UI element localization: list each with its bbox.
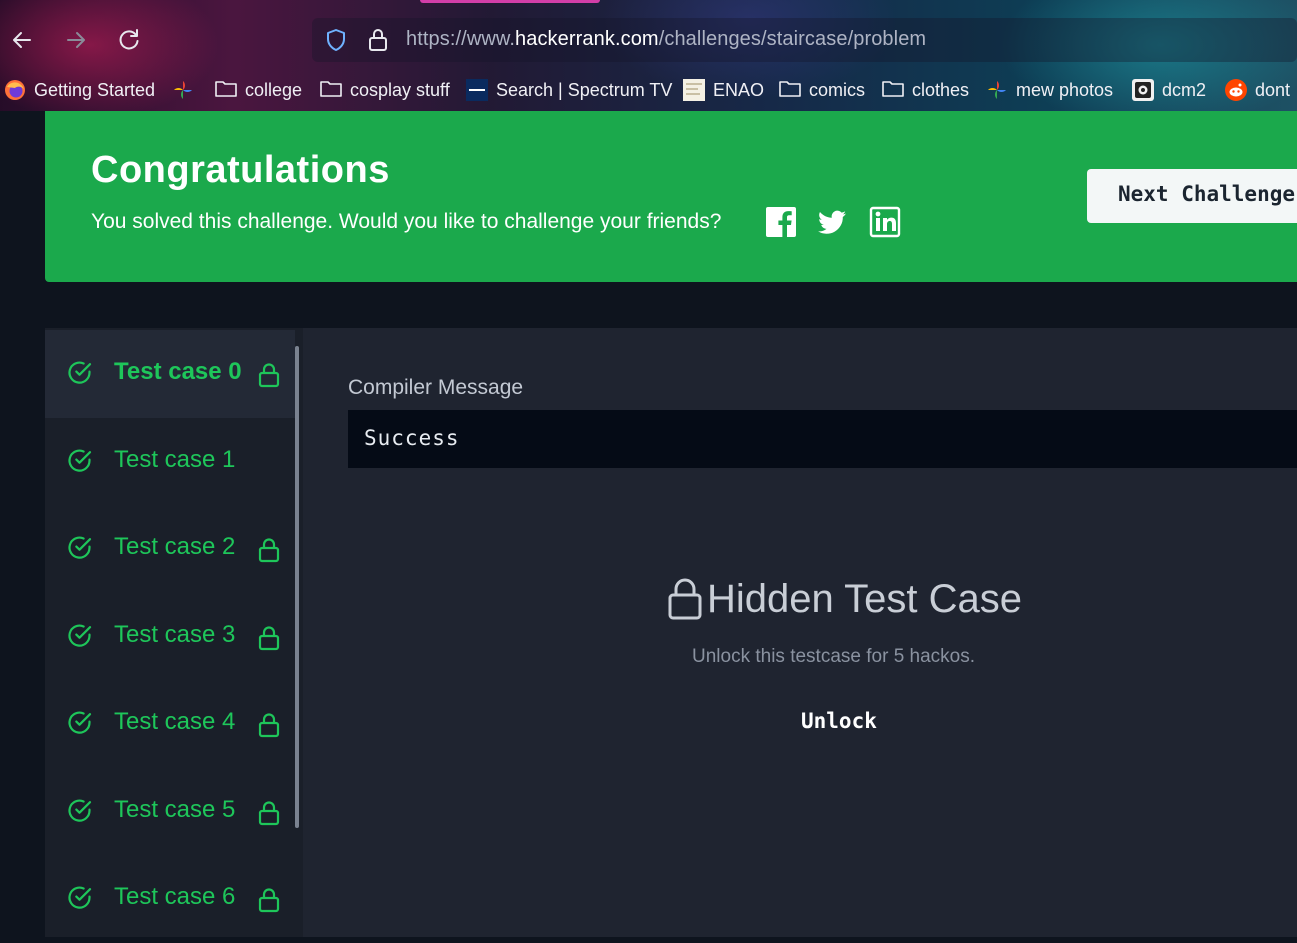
check-circle-icon [68, 361, 92, 384]
unlock-button[interactable]: Unlock [801, 709, 877, 733]
test-case-item[interactable]: Test case 1 [45, 418, 295, 506]
test-case-label: Test case 4 [114, 708, 236, 735]
address-bar[interactable]: https://www.hackerrank.com/challenges/st… [312, 18, 1297, 62]
compiler-message-text: Success [364, 426, 460, 450]
url-host: hackerrank.com [515, 28, 659, 50]
test-case-scrollbar[interactable] [295, 346, 299, 828]
bookmark-label: dont [1255, 79, 1291, 100]
test-case-label: Test case 2 [114, 533, 236, 560]
enao-icon [683, 79, 705, 101]
bookmark-label: college [245, 79, 303, 100]
browser-chrome: https://www.hackerrank.com/challenges/st… [0, 0, 1297, 111]
test-case-list: Test case 0 Test case 1 Test case 2 Test ca… [45, 328, 303, 937]
test-case-label: Test case 1 [114, 446, 236, 473]
check-circle-icon [68, 886, 92, 909]
bookmark-spectrum[interactable]: Search | Spectrum TV [466, 74, 672, 106]
bookmark-label: mew photos [1016, 79, 1114, 100]
test-case-label: Test case 5 [114, 796, 236, 823]
check-circle-icon [68, 624, 92, 647]
banner-subtitle: You solved this challenge. Would you lik… [91, 210, 722, 233]
firefox-icon [4, 79, 26, 101]
results-panel: Test case 0 Test case 1 Test case 2 Test ca… [45, 328, 1297, 937]
pinwheel-icon [986, 79, 1008, 101]
bookmark-cosplay-stuff[interactable]: cosplay stuff [320, 74, 450, 106]
banner-title: Congratulations [91, 149, 390, 191]
test-case-item[interactable]: Test case 3 [45, 593, 295, 681]
arrow-right-icon [67, 32, 85, 48]
hidden-test-case-title: Hidden Test Case [667, 574, 1022, 624]
back-button[interactable] [8, 26, 36, 54]
success-banner: Congratulations You solved this challeng… [45, 111, 1297, 282]
reload-icon [119, 29, 139, 50]
bookmark-label: cosplay stuff [350, 79, 450, 100]
twitter-icon[interactable] [816, 206, 848, 238]
bookmark-label: ENAO [713, 79, 765, 100]
bookmark-label: Getting Started [34, 79, 156, 100]
bookmark-enao[interactable]: ENAO [683, 74, 764, 106]
lock-icon [258, 538, 280, 563]
bookmark-clothes[interactable]: clothes [882, 74, 969, 106]
bookmark-label: clothes [912, 79, 970, 100]
forward-button[interactable] [62, 26, 90, 54]
lock-icon [258, 713, 280, 738]
reload-button[interactable] [115, 26, 143, 54]
hidden-test-case-subtitle: Unlock this testcase for 5 hackos. [692, 646, 976, 667]
bookmark-label: comics [809, 79, 866, 100]
bookmarks-toolbar: Getting Started college cosplay stuff Se… [0, 74, 1297, 106]
test-case-item[interactable]: Test case 0 [45, 330, 295, 418]
bookmark-getting-started[interactable]: Getting Started [4, 74, 155, 106]
reddit-icon [1225, 79, 1247, 101]
url-prefix: https://www. [406, 28, 516, 50]
dcm-icon [1132, 79, 1154, 101]
navigation-bar: https://www.hackerrank.com/challenges/st… [0, 12, 1297, 68]
bookmark-dont[interactable]: dont [1225, 74, 1290, 106]
lock-icon[interactable] [366, 27, 390, 53]
bookmark-comics[interactable]: comics [779, 74, 865, 106]
check-circle-icon [68, 799, 92, 822]
hidden-title-text: Hidden Test Case [707, 576, 1022, 621]
compiler-message-box: Success [348, 410, 1297, 468]
compiler-message-label: Compiler Message [348, 376, 524, 399]
bookmark-photos[interactable] [172, 74, 202, 106]
bookmark-label: Search | Spectrum TV [496, 79, 673, 100]
test-case-item[interactable]: Test case 6 [45, 855, 295, 943]
bookmark-mew-photos[interactable]: mew photos [986, 74, 1113, 106]
check-circle-icon [68, 449, 92, 472]
check-circle-icon [68, 711, 92, 734]
folder-icon [215, 79, 237, 101]
spectrum-icon [466, 79, 488, 101]
lock-icon [258, 888, 280, 913]
folder-icon [882, 79, 904, 101]
pinwheel-icon [172, 79, 194, 101]
linkedin-icon[interactable] [869, 206, 901, 238]
lock-icon [258, 626, 280, 651]
lock-icon [258, 801, 280, 826]
test-case-details: Compiler Message Success Hidden Test Cas… [303, 328, 1297, 937]
url-path: /challenges/staircase/problem [658, 28, 927, 50]
test-case-item[interactable]: Test case 5 [45, 768, 295, 856]
facebook-icon[interactable] [765, 206, 797, 238]
lock-icon [668, 578, 702, 620]
url-text[interactable]: https://www.hackerrank.com/challenges/st… [406, 28, 926, 51]
shield-icon[interactable] [324, 28, 348, 52]
test-case-label: Test case 6 [114, 883, 236, 910]
test-case-item[interactable]: Test case 4 [45, 680, 295, 768]
next-challenge-button[interactable]: Next Challenge [1087, 169, 1297, 223]
test-case-label: Test case 0 [114, 358, 242, 385]
folder-icon [779, 79, 801, 101]
challenge-page: Congratulations You solved this challeng… [0, 111, 1297, 937]
arrow-left-icon [13, 32, 31, 48]
bookmark-college[interactable]: college [215, 74, 302, 106]
lock-icon [258, 363, 280, 388]
test-case-item[interactable]: Test case 2 [45, 505, 295, 593]
bookmark-dcm2[interactable]: dcm2 [1132, 74, 1206, 106]
test-case-label: Test case 3 [114, 621, 236, 648]
folder-icon [320, 79, 342, 101]
check-circle-icon [68, 536, 92, 559]
active-tab-indicator [420, 0, 600, 3]
bookmark-label: dcm2 [1162, 79, 1207, 100]
